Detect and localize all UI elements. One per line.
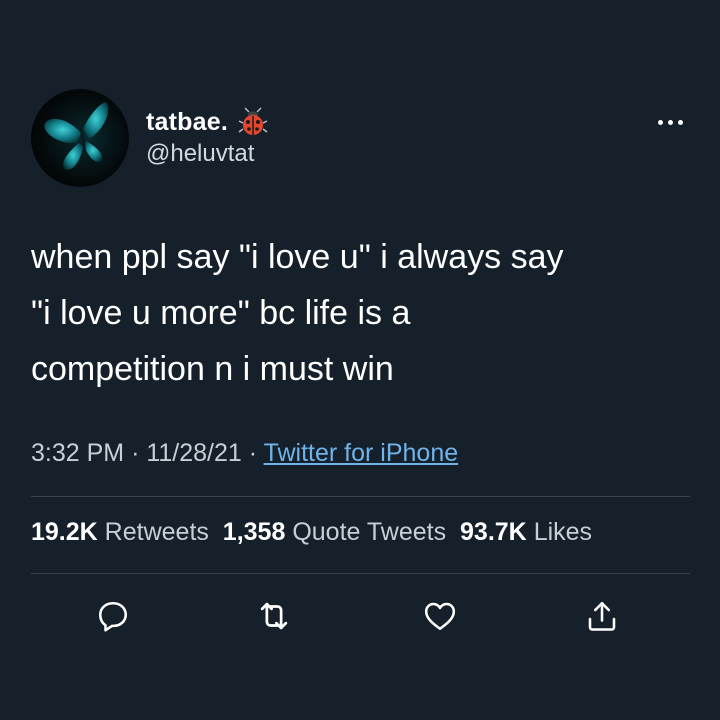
divider [31,573,690,574]
dot [657,119,663,125]
retweets-label: Retweets [104,518,209,546]
more-options-icon[interactable] [652,108,688,136]
retweets-count: 19.2K [31,518,98,546]
meta-separator: · [131,439,140,467]
meta-separator: · [248,439,258,467]
tweet-line: competition n i must win [31,350,394,388]
source-link[interactable]: Twitter for iPhone [264,439,459,467]
tweet-text: when ppl say "i love u" i always say "i … [31,229,691,397]
likes-count: 93.7K [460,518,527,546]
likes-stat[interactable]: 93.7K Likes [460,518,592,546]
dot [667,119,673,125]
reply-icon [98,601,128,632]
tweet-date[interactable]: 11/28/21 [146,439,241,467]
quote-tweets-count: 1,358 [222,518,286,546]
quote-tweets-stat[interactable]: 1,358 Quote Tweets [223,518,446,546]
tweet-line: "i love u more" bc life is a [31,294,411,332]
likes-label: Likes [533,518,593,546]
divider [31,496,690,497]
heart-icon [424,602,456,631]
tweet-time[interactable]: 3:32 PM [31,439,124,467]
share-icon [588,601,616,631]
share-button[interactable] [582,596,622,636]
like-button[interactable] [420,596,460,636]
display-name[interactable]: tatbae. [146,108,228,137]
tweet-meta: 3:32 PM · 11/28/21 · Twitter for iPhone [31,439,458,468]
dot [677,119,683,125]
retweets-stat[interactable]: 19.2K Retweets [31,518,209,546]
reply-button[interactable] [93,596,133,636]
butterfly-icon [44,102,109,170]
quote-tweets-label: Quote Tweets [292,518,447,546]
engagement-stats: 19.2K Retweets 1,358 Quote Tweets 93.7K … [31,518,592,547]
tweet-line: when ppl say "i love u" i always say [31,238,564,276]
ladybug-icon [238,107,268,137]
user-handle[interactable]: @heluvtat [146,140,268,168]
retweet-icon [260,602,288,630]
avatar[interactable] [31,89,129,187]
retweet-button[interactable] [254,596,294,636]
